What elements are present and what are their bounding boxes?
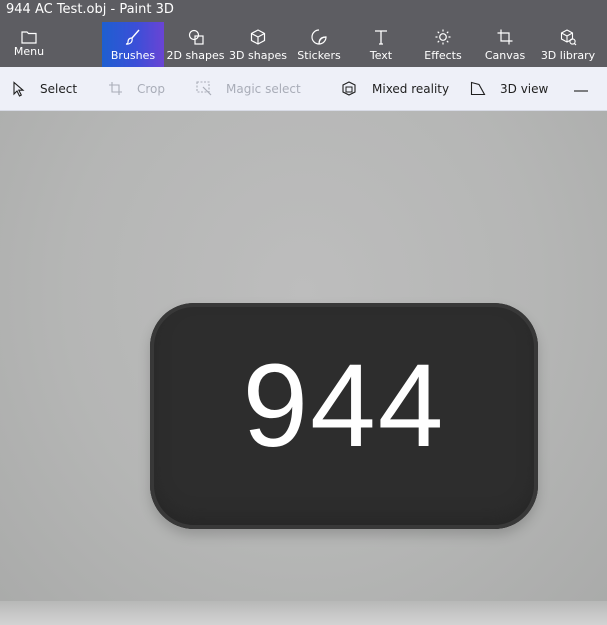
stickers-icon [289,27,349,47]
3d-object-keycap[interactable]: 944 [150,303,538,529]
3d-view-icon [470,81,486,96]
magic-select-icon [196,81,212,96]
tab-text[interactable]: Text [353,22,409,67]
tab-canvas-label: Canvas [484,49,526,62]
object-text: 944 [242,340,446,472]
crop-button[interactable]: Crop [108,67,165,110]
toolbar: Select Crop Magic select Mixed reality 3 [0,67,607,111]
window-title: 944 AC Test.obj - Paint 3D [0,0,607,22]
canvas-icon [476,27,534,47]
select-label: Select [40,81,78,96]
tab-3d-shapes[interactable]: 3D shapes [227,22,289,67]
text-icon [353,27,409,47]
tab-brushes[interactable]: Brushes [102,22,164,67]
collapse-toolbar-button[interactable] [574,67,588,110]
menu-label: Menu [13,45,45,58]
crop-label: Crop [137,81,166,96]
tab-3d-library-label: 3D library [540,49,596,62]
3d-view-button[interactable]: 3D view [470,67,548,110]
tab-effects[interactable]: Effects [413,22,473,67]
2d-shapes-icon [164,27,227,47]
tab-2d-shapes[interactable]: 2D shapes [164,22,227,67]
tab-effects-label: Effects [424,49,462,62]
tab-3d-library[interactable]: 3D library [538,22,598,67]
folder-icon [0,27,58,47]
canvas-floor [0,601,607,625]
3d-library-icon [538,27,598,47]
ribbon: Menu Brushes 2D shapes 3D shapes Sticker [0,22,607,67]
effects-icon [413,27,473,47]
menu-button[interactable]: Menu [0,22,58,67]
tab-stickers[interactable]: Stickers [289,22,349,67]
mixed-reality-icon [342,81,358,96]
mixed-reality-button[interactable]: Mixed reality [342,67,449,110]
3d-canvas[interactable]: 944 [0,111,607,625]
cursor-arrow-icon [12,80,26,97]
tab-canvas[interactable]: Canvas [476,22,534,67]
3d-view-label: 3D view [500,81,549,96]
tab-brushes-label: Brushes [110,49,156,62]
tab-text-label: Text [369,49,393,62]
tab-2d-shapes-label: 2D shapes [166,49,225,62]
crop-icon [108,81,123,96]
3d-shapes-icon [227,27,289,47]
tab-3d-shapes-label: 3D shapes [229,49,287,62]
magic-select-label: Magic select [226,81,301,96]
magic-select-button[interactable]: Magic select [196,67,301,110]
brush-icon [102,27,164,47]
minus-icon [574,82,588,96]
paint-3d-window: 944 AC Test.obj - Paint 3D Menu Brushes … [0,0,607,625]
mixed-reality-label: Mixed reality [372,81,450,96]
tab-stickers-label: Stickers [297,49,341,62]
select-button[interactable]: Select [12,67,77,110]
